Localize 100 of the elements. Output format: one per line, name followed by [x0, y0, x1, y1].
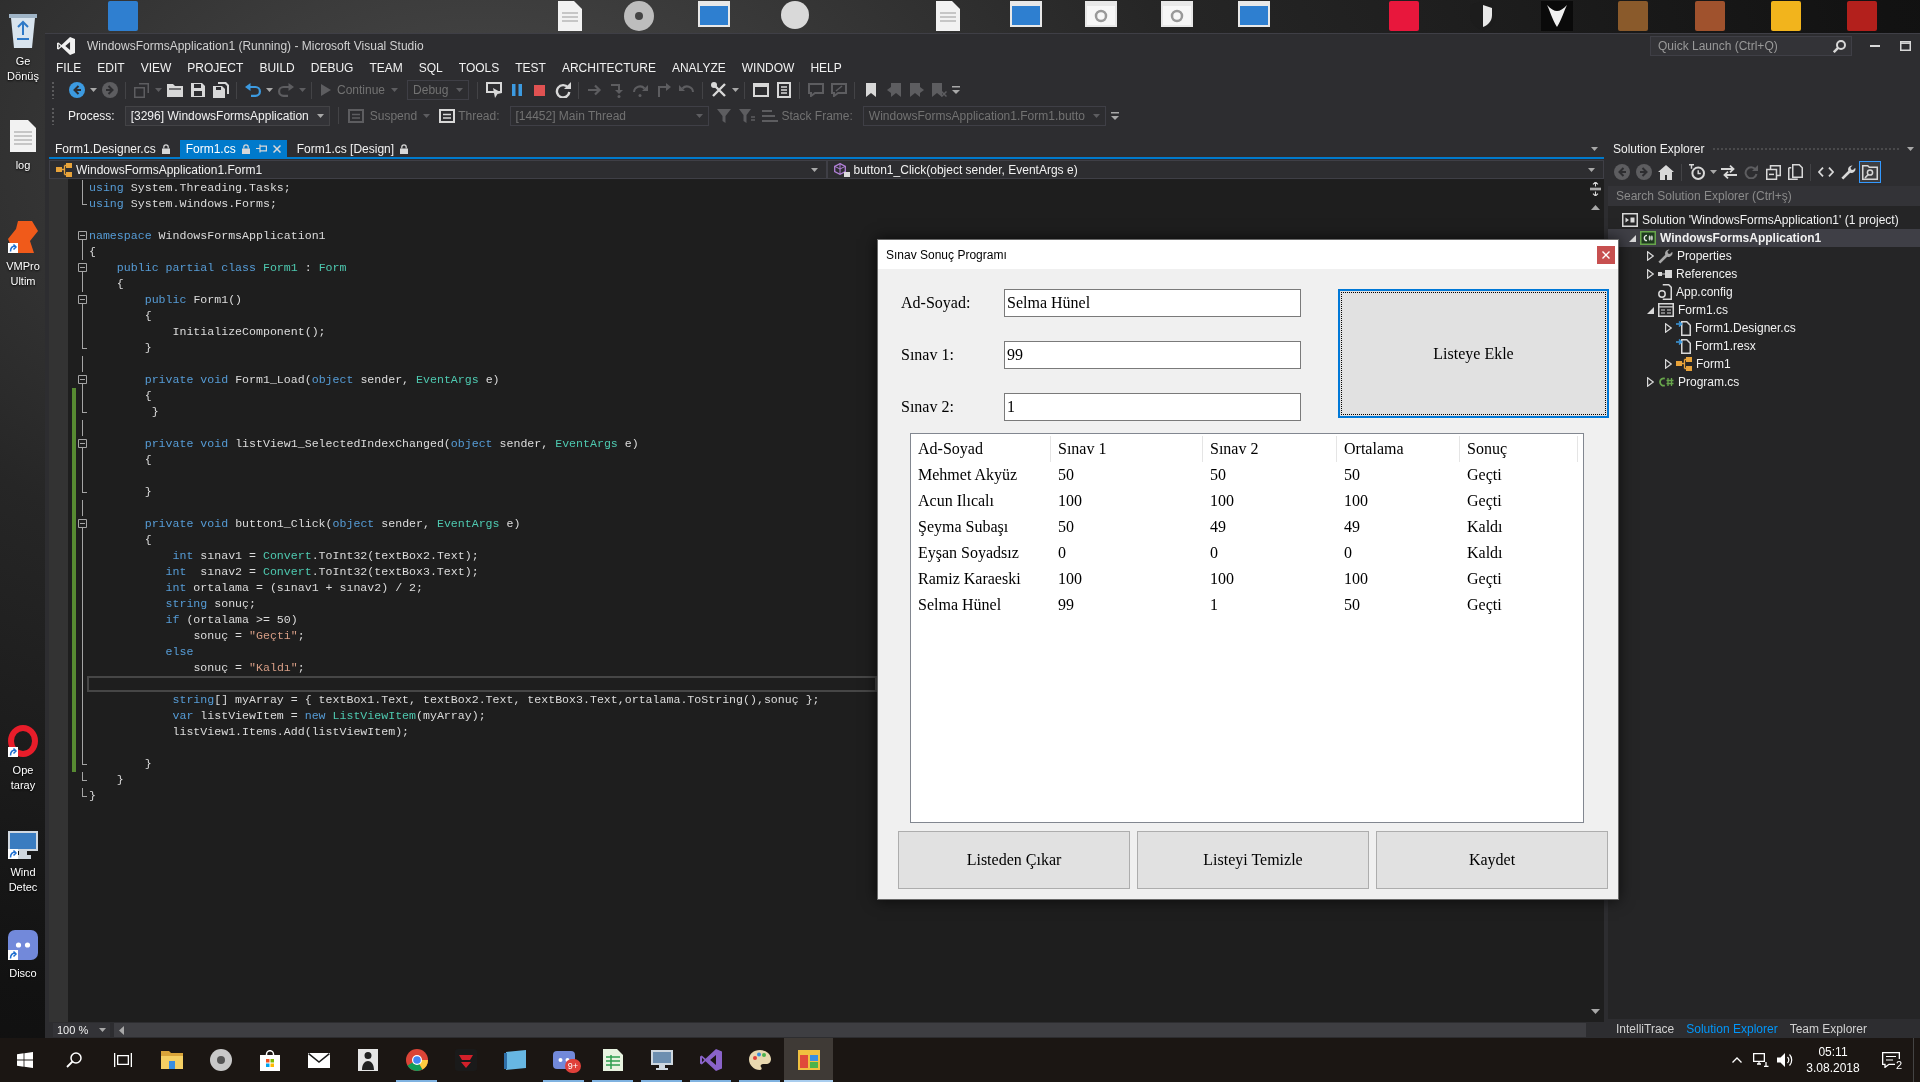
- recycle-bin-icon[interactable]: [9, 12, 37, 48]
- panel-tab[interactable]: IntelliTrace: [1610, 1021, 1681, 1036]
- tree-item-label[interactable]: WindowsFormsApplication1: [1660, 231, 1822, 245]
- menu-item[interactable]: EDIT: [89, 58, 133, 78]
- collapse-icon[interactable]: [78, 295, 87, 304]
- menu-item[interactable]: HELP: [802, 58, 850, 78]
- text-field[interactable]: 99: [1004, 341, 1301, 369]
- caret-icon[interactable]: [1591, 146, 1598, 151]
- code-icon[interactable]: [1818, 167, 1834, 177]
- expander-icon[interactable]: [1646, 251, 1654, 261]
- tree-item-label[interactable]: References: [1676, 267, 1738, 281]
- crossed-tools-icon[interactable]: [710, 82, 727, 98]
- dropdown[interactable]: button1_Click(object sender, EventArgs e): [826, 160, 1604, 179]
- back-icon[interactable]: [68, 82, 85, 98]
- collapse-icon[interactable]: [78, 439, 87, 448]
- column-header[interactable]: Ortalama: [1337, 436, 1460, 462]
- overflow-icon[interactable]: [1110, 111, 1119, 120]
- menu-item[interactable]: SQL: [410, 58, 451, 78]
- document-icon[interactable]: [558, 1, 582, 31]
- network-icon[interactable]: [1753, 1053, 1769, 1067]
- app-icon[interactable]: [1541, 1, 1573, 31]
- stop-icon[interactable]: [534, 84, 546, 96]
- menu-item[interactable]: WINDOW: [733, 58, 803, 78]
- text-field[interactable]: 1: [1004, 393, 1301, 421]
- menu-item[interactable]: ANALYZE: [663, 58, 734, 78]
- caret-icon[interactable]: [265, 88, 273, 92]
- tree-item-label[interactable]: Solution 'WindowsFormsApplication1' (1 project): [1642, 213, 1899, 227]
- selected-row[interactable]: WindowsFormsApplication1: [1608, 229, 1920, 247]
- caret-icon[interactable]: [1907, 147, 1914, 151]
- expander-icon[interactable]: [1646, 377, 1654, 387]
- expander-icon[interactable]: [1664, 359, 1672, 369]
- dropdown[interactable]: WindowsFormsApplication1.Form1: [49, 160, 827, 179]
- wrench-icon[interactable]: [1840, 164, 1856, 180]
- caret-icon[interactable]: [731, 88, 739, 92]
- pause-icon[interactable]: [511, 84, 522, 96]
- folder-icon[interactable]: [166, 83, 183, 97]
- save-button[interactable]: Kaydet: [1376, 831, 1608, 889]
- tree-item-label[interactable]: Program.cs: [1678, 375, 1740, 389]
- document-icon[interactable]: [936, 1, 960, 31]
- scrollbar[interactable]: [114, 1023, 1586, 1037]
- zoom-dropdown[interactable]: 100 %: [53, 1023, 110, 1037]
- document-icon[interactable]: [10, 120, 36, 152]
- avatar-icon[interactable]: [781, 1, 809, 29]
- menu-item[interactable]: BUILD: [251, 58, 303, 78]
- window-ring-icon[interactable]: [1085, 1, 1117, 27]
- window-lines-icon[interactable]: [438, 108, 455, 123]
- column-header[interactable]: Sonuç: [1460, 436, 1578, 462]
- close-icon[interactable]: [272, 144, 281, 153]
- window-ring-icon[interactable]: [1161, 1, 1193, 27]
- expander-icon[interactable]: [1664, 323, 1672, 333]
- home-icon[interactable]: [1658, 164, 1674, 180]
- collapse-all-icon[interactable]: [1765, 164, 1781, 180]
- files-icon[interactable]: [1787, 164, 1803, 180]
- expander-icon[interactable]: [1646, 306, 1654, 314]
- monitor-icon[interactable]: [8, 831, 38, 859]
- menu-item[interactable]: ARCHITECTURE: [553, 58, 664, 78]
- text-field[interactable]: Selma Hünel: [1004, 289, 1301, 317]
- remove-from-list-button[interactable]: Listeden Çıkar: [898, 831, 1130, 889]
- window-pointer-icon[interactable]: [485, 82, 502, 98]
- panel-tab[interactable]: Team Explorer: [1783, 1021, 1873, 1036]
- save-all-icon[interactable]: [212, 82, 229, 98]
- dropdown[interactable]: [3296] WindowsFormsApplication: [124, 105, 330, 126]
- search-icon[interactable]: [1833, 39, 1846, 53]
- document-list-icon[interactable]: [776, 82, 791, 98]
- caret-icon[interactable]: [89, 88, 97, 92]
- menu-item[interactable]: VIEW: [132, 58, 180, 78]
- tree-item-label[interactable]: Form1.cs: [1678, 303, 1728, 317]
- column-header[interactable]: Sınav 1: [1051, 436, 1203, 462]
- arrow-left-icon[interactable]: [119, 1025, 124, 1035]
- menu-item[interactable]: PROJECT: [179, 58, 252, 78]
- collapse-icon[interactable]: [78, 375, 87, 384]
- clock-icon[interactable]: [1689, 164, 1705, 180]
- clear-list-button[interactable]: Listeyi Temizle: [1137, 831, 1369, 889]
- app-icon[interactable]: [8, 930, 38, 960]
- save-icon[interactable]: [190, 83, 205, 97]
- maximize-icon[interactable]: [1899, 41, 1911, 51]
- tree-item-label[interactable]: Form1: [1696, 357, 1731, 371]
- tree-item-label[interactable]: Form1.resx: [1695, 339, 1756, 353]
- sync-arrows-icon[interactable]: [1721, 165, 1737, 179]
- menu-item[interactable]: TEST: [507, 58, 554, 78]
- expander-icon[interactable]: [1628, 234, 1636, 242]
- arrow-up-icon[interactable]: [1590, 205, 1600, 210]
- quick-launch-field[interactable]: Quick Launch (Ctrl+Q): [1650, 36, 1852, 56]
- tree-item-label[interactable]: Properties: [1677, 249, 1732, 263]
- disc-icon[interactable]: [624, 1, 654, 31]
- search-field[interactable]: Search Solution Explorer (Ctrl+ş): [1608, 186, 1920, 206]
- pin-icon[interactable]: [255, 144, 267, 153]
- bookmark-icon[interactable]: [865, 83, 876, 97]
- tree-item-label[interactable]: Form1.Designer.cs: [1695, 321, 1796, 335]
- collapse-icon[interactable]: [78, 519, 87, 528]
- menu-item[interactable]: FILE: [48, 58, 90, 78]
- menu-item[interactable]: TEAM: [361, 58, 411, 78]
- taskbar-button[interactable]: [784, 1038, 833, 1082]
- arrow-down-icon[interactable]: [1590, 1009, 1600, 1014]
- window-icon[interactable]: [752, 83, 769, 97]
- collapse-icon[interactable]: [78, 263, 87, 272]
- folder-search-icon[interactable]: [1859, 161, 1881, 183]
- overflow-icon[interactable]: [952, 86, 961, 94]
- restart-icon[interactable]: [554, 82, 571, 98]
- document-tab[interactable]: Form1.cs [Design]: [290, 140, 415, 157]
